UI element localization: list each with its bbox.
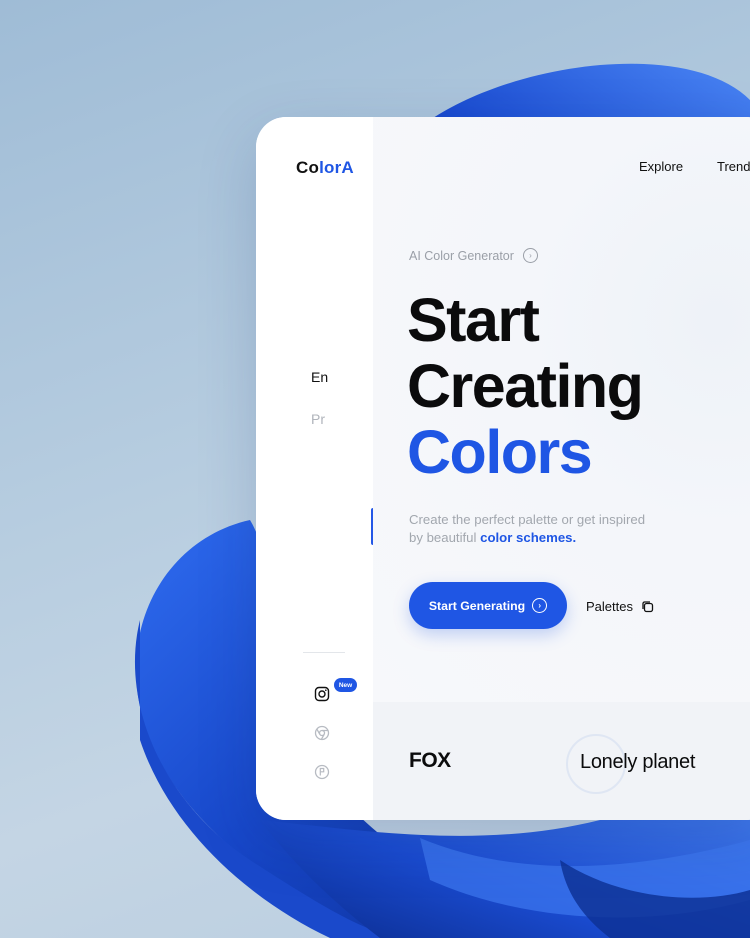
brands-strip: FOX Lonely planet (373, 702, 750, 820)
hero-section: Explore Trend AI Color Generator › Start… (373, 117, 750, 702)
eyebrow[interactable]: AI Color Generator › (409, 248, 538, 263)
start-generating-label: Start Generating (428, 598, 526, 613)
chevron-right-icon: › (532, 598, 548, 613)
copy-icon (642, 601, 654, 613)
hero-title-line-1: Start (407, 286, 540, 354)
figma-icon[interactable] (314, 764, 330, 780)
hero-title-line-2: Creating (407, 352, 644, 420)
hero-title-line-3: Colors (407, 418, 593, 486)
nav-trend[interactable]: Trend (717, 159, 750, 174)
brand-lonely-planet-logo: Lonely planet (580, 751, 696, 773)
start-generating-button[interactable]: Start Generating › (409, 582, 567, 629)
language-en[interactable]: En (311, 369, 328, 385)
nav-explore[interactable]: Explore (639, 159, 683, 174)
logo-text-prefix: Co (296, 158, 320, 177)
subtitle-highlight-link[interactable]: color schemes. (480, 530, 576, 545)
hero-subtitle: Create the perfect palette or get inspir… (409, 511, 649, 547)
new-badge: New (334, 678, 357, 692)
brand-fox-logo: FOX (409, 749, 451, 772)
language-pr[interactable]: Pr (311, 411, 325, 427)
logo-text-mid: lor (319, 158, 342, 177)
sidebar: ColorA En Pr New (256, 117, 375, 820)
sidebar-divider (303, 652, 345, 653)
chevron-right-icon: › (522, 248, 538, 263)
chrome-icon[interactable] (314, 725, 330, 741)
palettes-label: Palettes (586, 599, 633, 614)
eyebrow-label: AI Color Generator (409, 248, 514, 263)
app-window: ColorA En Pr New Explore Trend AI Color … (256, 117, 750, 820)
logo-text-suffix: A (341, 158, 354, 177)
palettes-button[interactable]: Palettes (586, 599, 654, 614)
logo[interactable]: ColorA (296, 158, 354, 178)
instagram-icon[interactable] (314, 686, 330, 702)
